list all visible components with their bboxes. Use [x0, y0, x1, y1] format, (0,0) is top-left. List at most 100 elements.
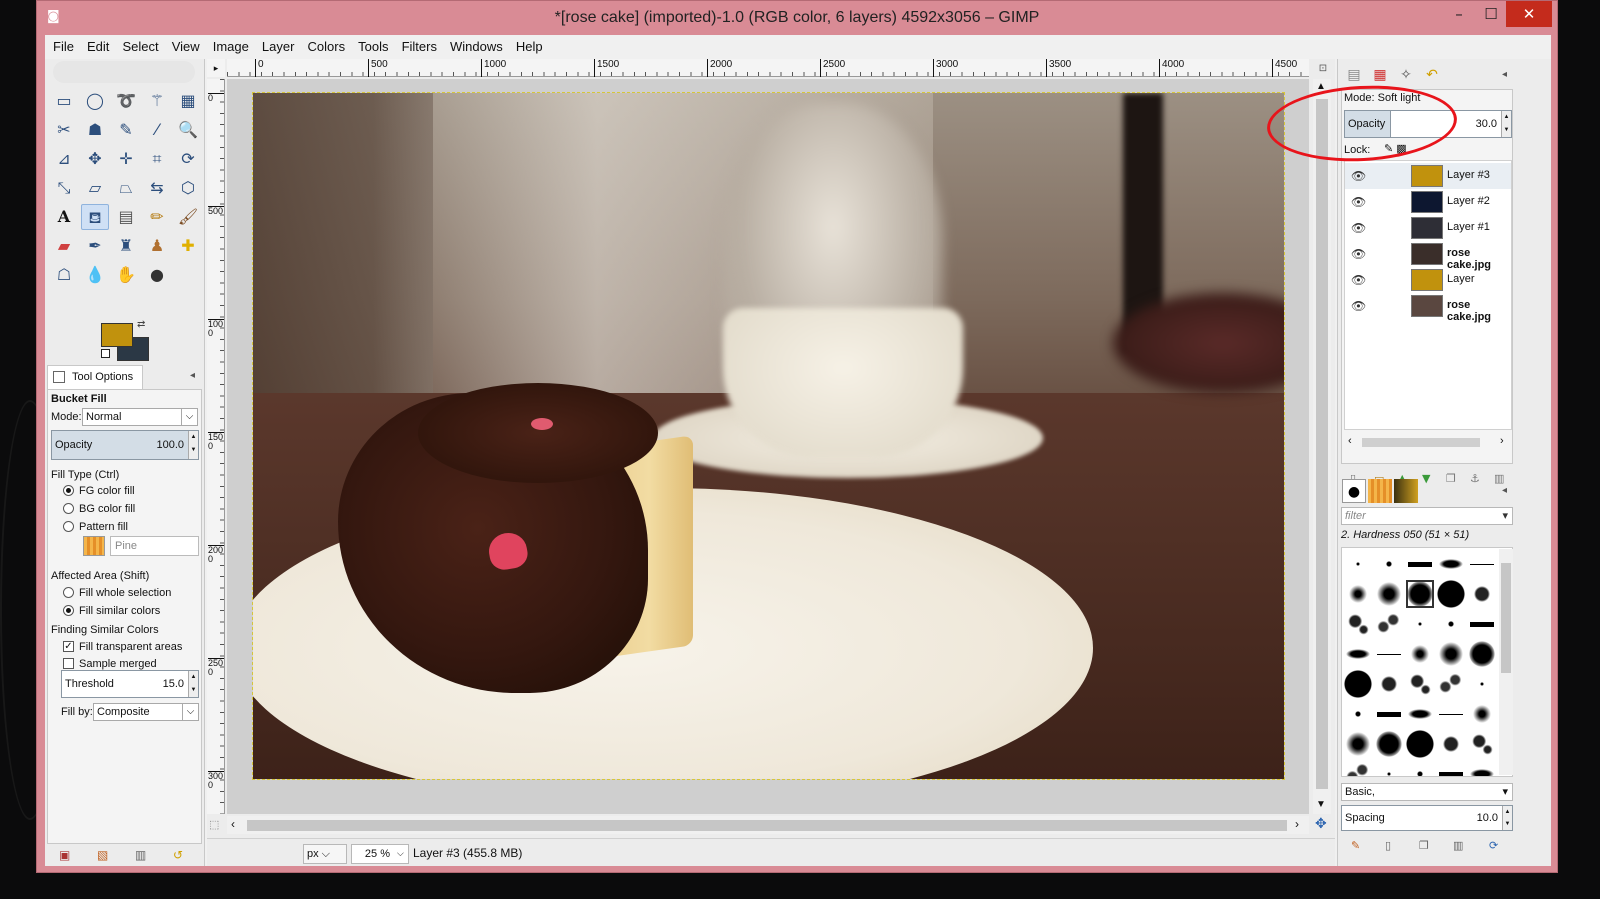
pattern-name-field[interactable]: Pine: [110, 536, 199, 556]
menu-colors[interactable]: Colors: [304, 35, 350, 54]
brush-swatch[interactable]: [1375, 760, 1403, 776]
align-tool-icon[interactable]: ✛: [112, 146, 140, 172]
refresh-brushes-icon[interactable]: ⟳: [1489, 839, 1498, 852]
scroll-down-icon[interactable]: ▼: [1316, 799, 1326, 810]
brush-swatch[interactable]: [1406, 580, 1434, 608]
cage-transform-tool-icon[interactable]: ⬡: [174, 175, 202, 201]
brush-swatch[interactable]: [1344, 550, 1372, 578]
menu-layer[interactable]: Layer: [258, 35, 299, 54]
shear-tool-icon[interactable]: ▱: [81, 175, 109, 201]
spin-arrows-icon[interactable]: ▲ ▼: [1502, 806, 1512, 830]
scroll-left-icon[interactable]: ‹: [231, 817, 235, 831]
layer-row[interactable]: 👁 Layer #1: [1345, 215, 1511, 241]
scissors-tool-icon[interactable]: ✂: [50, 117, 78, 143]
brush-spacing-slider[interactable]: Spacing 10.0 ▲ ▼: [1341, 805, 1513, 831]
free-select-tool-icon[interactable]: ➰: [112, 88, 140, 114]
delete-brush-icon[interactable]: ▥: [1453, 839, 1463, 852]
crop-tool-icon[interactable]: ⌗: [143, 146, 171, 172]
menu-view[interactable]: View: [168, 35, 204, 54]
quick-mask-icon[interactable]: ⬚: [209, 818, 219, 831]
brush-tag-filter[interactable]: filter ▾: [1341, 507, 1513, 525]
delete-options-icon[interactable]: ▥: [135, 848, 146, 862]
brush-swatch[interactable]: [1375, 610, 1403, 638]
menu-windows[interactable]: Windows: [446, 35, 507, 54]
move-tool-icon[interactable]: ✥: [81, 146, 109, 172]
paintbrush-tool-icon[interactable]: 🖌: [174, 204, 202, 230]
menu-image[interactable]: Image: [209, 35, 253, 54]
layer-thumbnail[interactable]: [1411, 165, 1443, 187]
brush-swatch[interactable]: [1344, 700, 1372, 728]
menu-filters[interactable]: Filters: [398, 35, 441, 54]
radio-fill-similar-colors[interactable]: [63, 605, 74, 616]
spin-arrows-icon[interactable]: ▲ ▼: [188, 431, 198, 459]
fuzzy-select-tool-icon[interactable]: ⚚: [143, 88, 171, 114]
brush-swatch[interactable]: [1344, 760, 1372, 776]
brush-swatch[interactable]: [1437, 760, 1465, 776]
layer-opacity-slider[interactable]: Opacity 30.0 ▲ ▼: [1344, 110, 1512, 138]
layer-name[interactable]: Layer: [1447, 273, 1475, 285]
brush-swatch[interactable]: [1468, 640, 1496, 668]
brush-swatch[interactable]: [1344, 670, 1372, 698]
brush-swatch[interactable]: [1437, 550, 1465, 578]
horizontal-scroll-thumb[interactable]: [247, 820, 1287, 831]
brushes-dock-menu-icon[interactable]: ◂: [1502, 485, 1507, 496]
foreground-select-tool-icon[interactable]: ☗: [81, 117, 109, 143]
ruler-corner-menu-icon[interactable]: ▸: [207, 59, 225, 77]
rotate-tool-icon[interactable]: ⟳: [174, 146, 202, 172]
minimize-button[interactable]: –: [1445, 1, 1473, 27]
visibility-eye-icon[interactable]: 👁: [1351, 195, 1366, 209]
layer-thumbnail[interactable]: [1411, 217, 1443, 239]
tab-brushes[interactable]: ●: [1342, 479, 1366, 503]
fill-by-select[interactable]: Composite ⌵: [93, 703, 199, 721]
brush-swatch[interactable]: [1468, 730, 1496, 758]
text-tool-icon[interactable]: A: [50, 204, 78, 230]
radio-bg-color-fill[interactable]: [63, 503, 74, 514]
vertical-scroll-thumb[interactable]: [1316, 99, 1328, 789]
tab-gradients[interactable]: [1394, 479, 1418, 503]
visibility-eye-icon[interactable]: 👁: [1351, 247, 1366, 261]
pattern-swatch[interactable]: [83, 536, 105, 556]
flip-tool-icon[interactable]: ⇆: [143, 175, 171, 201]
restore-options-icon[interactable]: ▧: [97, 848, 108, 862]
brush-swatch[interactable]: [1375, 550, 1403, 578]
layer-row[interactable]: 👁 rose cake.jpg: [1345, 293, 1511, 323]
brush-swatch[interactable]: [1375, 580, 1403, 608]
menu-select[interactable]: Select: [118, 35, 162, 54]
tool-options-menu-icon[interactable]: ◂: [190, 370, 195, 381]
layers-hscroll-thumb[interactable]: [1362, 438, 1480, 447]
layer-thumbnail[interactable]: [1411, 269, 1443, 291]
threshold-slider[interactable]: Threshold 15.0 ▲ ▼: [61, 670, 199, 698]
layer-thumbnail[interactable]: [1411, 191, 1443, 213]
brush-swatch[interactable]: [1437, 730, 1465, 758]
layer-name[interactable]: Layer #2: [1447, 195, 1490, 207]
scroll-left-icon[interactable]: ‹: [1348, 435, 1352, 447]
color-picker-tool-icon[interactable]: ⁄: [143, 117, 171, 143]
menu-tools[interactable]: Tools: [354, 35, 392, 54]
radio-fill-whole-selection[interactable]: [63, 587, 74, 598]
mode-select[interactable]: Normal ⌵: [82, 408, 198, 426]
canvas-viewport[interactable]: [227, 79, 1309, 814]
brush-swatch[interactable]: [1437, 640, 1465, 668]
ink-tool-icon[interactable]: ♜: [112, 233, 140, 259]
layers-dock-menu-icon[interactable]: ◂: [1502, 69, 1507, 80]
brush-swatch[interactable]: [1344, 730, 1372, 758]
duplicate-brush-icon[interactable]: ❐: [1419, 839, 1429, 852]
sample-merged-checkbox[interactable]: [63, 658, 74, 669]
layer-name[interactable]: Layer #1: [1447, 221, 1490, 233]
layer-row[interactable]: 👁 Layer #2: [1345, 189, 1511, 215]
perspective-tool-icon[interactable]: ⏢: [112, 175, 140, 201]
brush-swatch[interactable]: [1468, 670, 1496, 698]
visibility-eye-icon[interactable]: 👁: [1351, 221, 1366, 235]
brush-grid[interactable]: [1341, 547, 1513, 777]
lock-alpha-icon[interactable]: ▩: [1396, 143, 1406, 155]
menu-file[interactable]: File: [49, 35, 78, 54]
vertical-ruler[interactable]: 0 500 1000 1500 2000 2500 3000: [207, 79, 225, 814]
brush-swatch[interactable]: [1468, 580, 1496, 608]
brush-swatch[interactable]: [1375, 700, 1403, 728]
perspective-clone-tool-icon[interactable]: ☖: [50, 262, 78, 288]
brush-swatch[interactable]: [1375, 670, 1403, 698]
spin-arrows-icon[interactable]: ▲ ▼: [1501, 111, 1511, 137]
tab-paths[interactable]: ✧: [1394, 63, 1418, 87]
new-brush-icon[interactable]: ▯: [1385, 839, 1391, 852]
layer-row[interactable]: 👁 rose cake.jpg: [1345, 241, 1511, 271]
